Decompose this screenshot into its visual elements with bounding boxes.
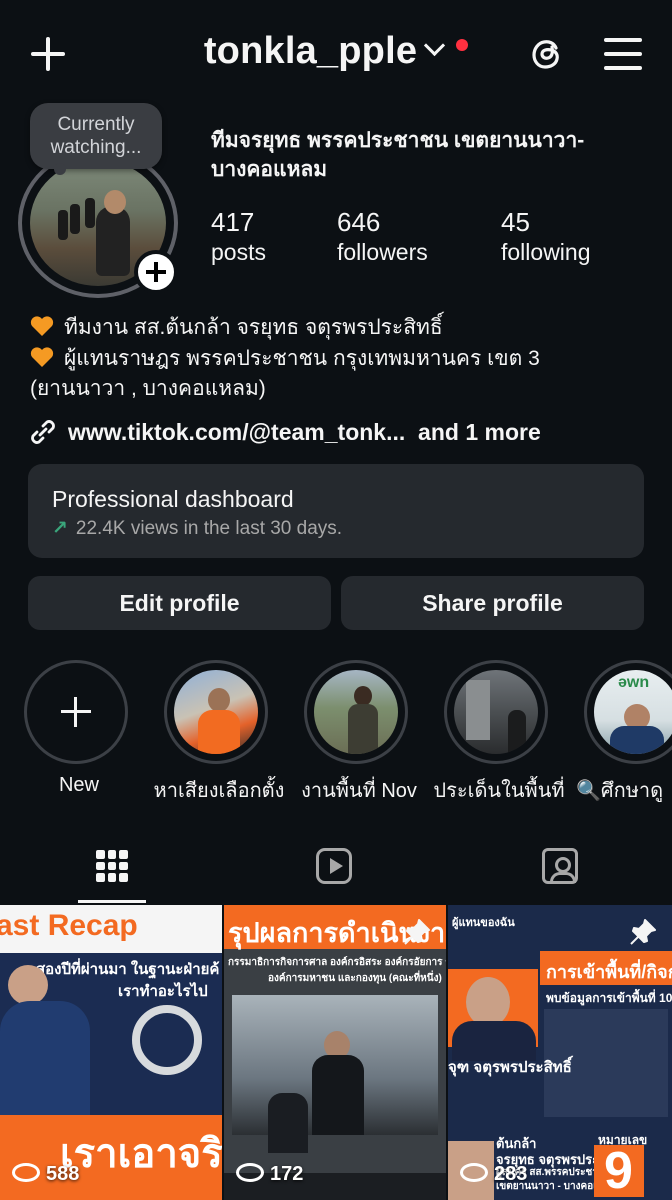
highlight-item[interactable]: ประเด็นในพื้นที่ — [433, 660, 565, 806]
post-subtext: สองปีที่ผ่านมา ในฐานะฝ่ายค้ — [36, 961, 220, 978]
highlight-item[interactable]: งานพื้นที่ Nov — [301, 660, 417, 806]
eye-icon — [12, 1163, 40, 1182]
post-headline: การเข้าพื้นที่/กิจกร — [546, 962, 672, 982]
post-headline: ast Recap — [0, 909, 138, 942]
pin-icon — [628, 917, 658, 947]
post-subtext: พบข้อมูลการเข้าพื้นที่ 1032 รายก — [546, 991, 672, 1005]
highlight-label: 🔍ศึกษาดู — [576, 780, 664, 802]
dashboard-subtitle: ↗ 22.4K views in the last 30 days. — [52, 518, 343, 539]
highlight-new[interactable]: New — [24, 660, 134, 797]
highlight-label: ประเด็นในพื้นที่ — [433, 780, 565, 802]
post-subtext: กรรมาธิการกิจการศาล องค์กรอิสระ องค์กรอั… — [228, 957, 446, 968]
pin-icon — [178, 917, 208, 947]
orange-heart-icon — [30, 315, 54, 337]
bio-links[interactable]: www.tiktok.com/@team_tonk... and 1 more — [28, 410, 541, 449]
post-bottom-text: เราเอาจริง — [60, 1132, 222, 1176]
pin-icon — [402, 917, 432, 947]
notification-dot — [456, 39, 469, 51]
tab-tagged[interactable] — [448, 838, 672, 904]
chevron-down-icon[interactable] — [424, 34, 446, 57]
following-label: following — [501, 239, 591, 265]
account-switcher[interactable]: tonkla_pple — [0, 30, 672, 73]
eye-icon — [236, 1163, 264, 1182]
trend-up-icon: ↗ — [52, 518, 68, 539]
eye-icon — [460, 1163, 488, 1182]
view-count: 172 — [236, 1161, 303, 1186]
edit-profile-button[interactable]: Edit profile — [28, 576, 331, 630]
menu-icon[interactable] — [604, 38, 642, 70]
post-number: 9 — [604, 1142, 633, 1200]
highlight-label: New — [58, 774, 99, 796]
highlight-item[interactable]: หาเสียงเลือกตั้ง — [154, 660, 284, 806]
highlight-label: หาเสียงเลือกตั้ง — [153, 780, 285, 802]
threads-icon[interactable] — [526, 33, 568, 75]
post-top-text: ผู้แทนของฉัน — [452, 917, 515, 929]
professional-dashboard[interactable]: Professional dashboard ↗ 22.4K views in t… — [28, 464, 644, 558]
note-bubble[interactable]: Currently watching... — [30, 103, 162, 175]
view-count: 588 — [12, 1161, 79, 1186]
posts-count: 417 — [211, 207, 255, 237]
bio-line: ผู้แทนราษฎร พรรคประชาชน กรุงเทพมหานคร เข… — [30, 343, 650, 374]
display-name: ทีมจรยุทธ พรรคประชาชน เขตยานนาวา-บางคอแห… — [211, 129, 585, 181]
stat-followers[interactable]: 646 followers — [337, 207, 428, 267]
post-tile[interactable]: ผู้แทนของฉัน การเข้าพื้นที่/กิจกร พบข้อม… — [448, 905, 672, 1200]
username[interactable]: tonkla_pple — [204, 30, 417, 72]
dashboard-title: Professional dashboard — [52, 486, 294, 512]
bio-link[interactable]: www.tiktok.com/@team_tonk... — [68, 419, 405, 445]
highlight-item[interactable]: əwn 🔍ศึกษาดู — [576, 660, 672, 806]
orange-heart-icon — [30, 346, 54, 368]
share-profile-button[interactable]: Share profile — [341, 576, 644, 630]
bio: ทีมงาน สส.ต้นกล้า จรยุทธ จตุรพรประสิทธิ์… — [30, 312, 650, 404]
followers-label: followers — [337, 239, 428, 265]
add-story-button[interactable] — [134, 250, 178, 294]
post-tile[interactable]: รุปผลการดำเนินงา กรรมาธิการกิจการศาล องค… — [224, 905, 446, 1200]
grid-icon — [96, 850, 128, 882]
tab-grid[interactable] — [0, 838, 224, 904]
reels-icon — [316, 848, 352, 884]
more-links[interactable]: and 1 more — [418, 419, 541, 445]
followers-count: 646 — [337, 207, 381, 237]
tagged-person-icon — [542, 848, 578, 884]
bio-line: (ยานนาวา , บางคอแหลม) — [30, 377, 266, 400]
bio-line: ทีมงาน สส.ต้นกล้า จรยุทธ จตุรพรประสิทธิ์ — [30, 312, 650, 343]
view-count: 283 — [460, 1161, 527, 1186]
stat-posts[interactable]: 417 posts — [211, 207, 266, 267]
link-icon — [28, 417, 58, 447]
tab-reels[interactable] — [224, 838, 448, 904]
posts-label: posts — [211, 239, 266, 265]
stat-following[interactable]: 45 following — [501, 207, 591, 267]
post-subtext: เราทำอะไรไป — [118, 983, 208, 1000]
plus-icon — [61, 697, 91, 727]
highlight-label: งานพื้นที่ Nov — [301, 780, 417, 802]
post-subtext: องค์การมหาชน และกองทุน (คณะที่หนึ่ง) — [268, 973, 442, 984]
post-tile[interactable]: ast Recap สองปีที่ผ่านมา ในฐานะฝ่ายค้ เร… — [0, 905, 222, 1200]
following-count: 45 — [501, 207, 530, 237]
post-subtext: จุฑ จตุรพรประสิทธิ์ — [448, 1059, 572, 1076]
